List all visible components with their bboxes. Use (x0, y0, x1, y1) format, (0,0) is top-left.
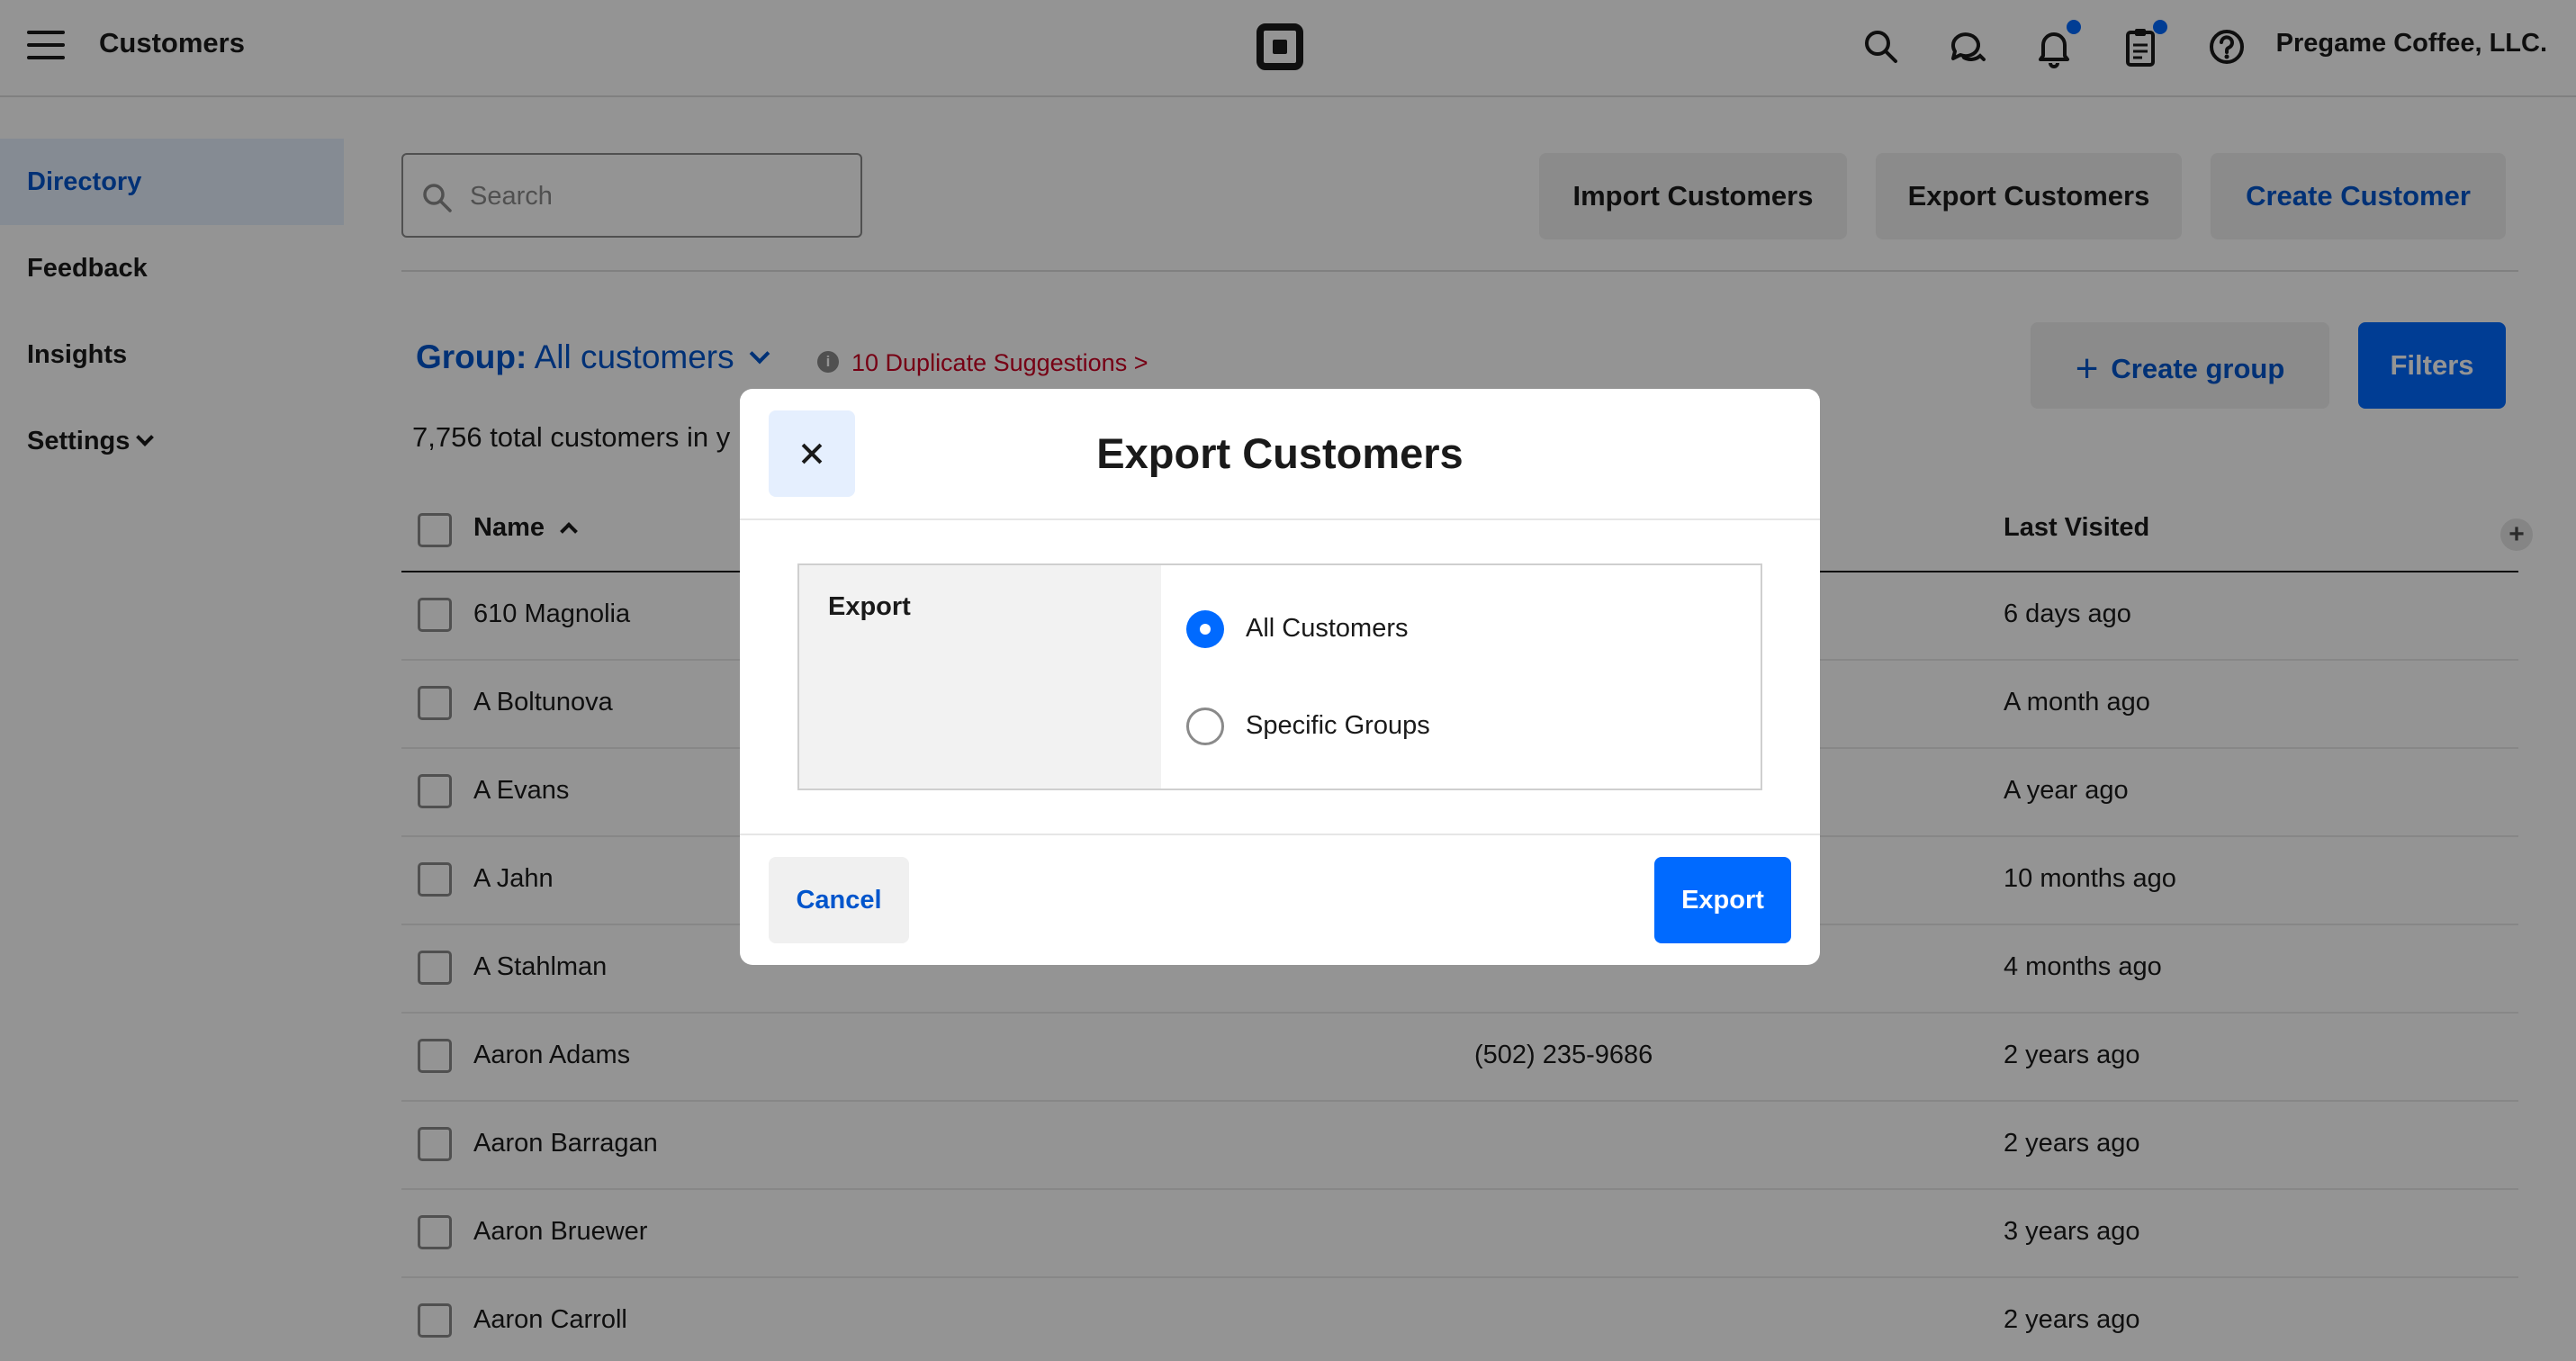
radio-label: All Customers (1246, 614, 1409, 643)
divider (740, 834, 1820, 835)
export-options-box: Export All Customers Specific Groups (797, 563, 1762, 790)
export-field-label: Export (799, 565, 1161, 789)
radio-unselected-icon[interactable] (1186, 708, 1224, 745)
radio-selected-icon[interactable] (1186, 610, 1224, 648)
export-customers-dialog: Export Customers Export All Customers Sp… (740, 389, 1820, 965)
divider (740, 518, 1820, 520)
dialog-title: Export Customers (1096, 429, 1464, 477)
cancel-button[interactable]: Cancel (769, 857, 909, 943)
export-button[interactable]: Export (1654, 857, 1791, 943)
app-root: Customers Pregame Coffee, LLC. Directory… (0, 0, 2576, 1361)
radio-label: Specific Groups (1246, 711, 1430, 740)
